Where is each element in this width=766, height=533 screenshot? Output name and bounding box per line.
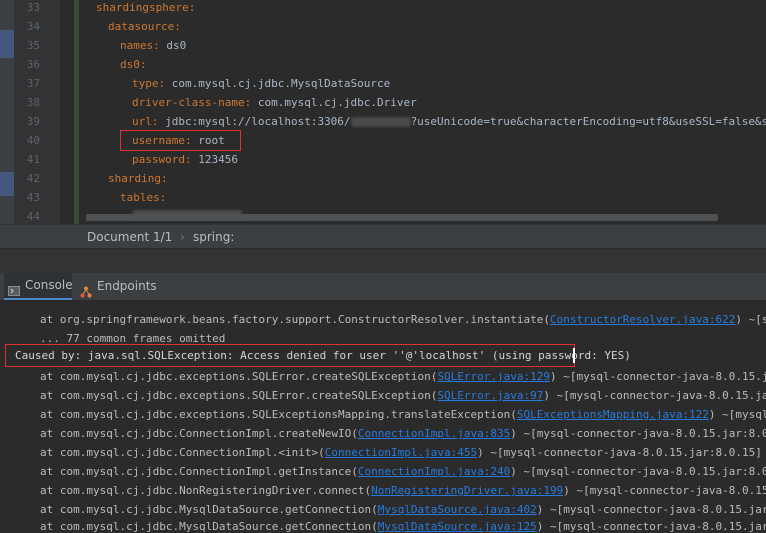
tab-console[interactable]: Console: [4, 273, 73, 300]
line-number: 38: [26, 96, 40, 109]
tab-console-label: Console: [25, 278, 73, 292]
code-line[interactable]: shardingsphere:: [96, 0, 195, 17]
log-line: at org.springframework.beans.factory.sup…: [40, 313, 766, 326]
error-highlight-box: [5, 344, 575, 367]
stack-link[interactable]: SQLError.java:129: [437, 370, 550, 383]
line-number: 42: [26, 172, 40, 185]
code-line[interactable]: password: 123456: [132, 150, 238, 169]
line-number: 37: [26, 77, 40, 90]
log-line: at com.mysql.cj.jdbc.MysqlDataSource.get…: [40, 520, 766, 533]
breadcrumb-separator: ›: [180, 230, 185, 244]
stack-link[interactable]: ConnectionImpl.java:455: [325, 446, 477, 459]
breadcrumb-document[interactable]: Document 1/1: [87, 230, 172, 244]
stack-link[interactable]: SQLExceptionsMapping.java:122: [517, 408, 709, 421]
line-number: 43: [26, 191, 40, 204]
text-caret: [573, 348, 575, 363]
panel-divider[interactable]: [0, 249, 766, 273]
log-line: at com.mysql.cj.jdbc.exceptions.SQLError…: [40, 370, 766, 383]
stack-link[interactable]: MysqlDataSource.java:402: [378, 503, 537, 516]
vcs-change-marker: [74, 0, 79, 224]
line-number: 39: [26, 115, 40, 128]
code-line-url[interactable]: url: jdbc:mysql://localhost:3306/?useUni…: [132, 112, 766, 131]
line-number: 40: [26, 134, 40, 147]
log-line: at com.mysql.cj.jdbc.ConnectionImpl.getI…: [40, 465, 766, 478]
tab-endpoints[interactable]: Endpoints: [76, 273, 160, 300]
redacted-db-name: [350, 117, 411, 127]
log-line: at com.mysql.cj.jdbc.NonRegisteringDrive…: [40, 484, 766, 497]
line-number: 44: [26, 210, 40, 223]
log-line: at com.mysql.cj.jdbc.ConnectionImpl.crea…: [40, 427, 766, 440]
horizontal-scrollbar[interactable]: [86, 214, 718, 221]
line-number: 41: [26, 153, 40, 166]
code-line[interactable]: type: com.mysql.cj.jdbc.MysqlDataSource: [132, 74, 390, 93]
code-line[interactable]: driver-class-name: com.mysql.cj.jdbc.Dri…: [132, 93, 417, 112]
line-number: 36: [26, 58, 40, 71]
stack-link[interactable]: ConnectionImpl.java:240: [358, 465, 510, 478]
breadcrumb: Document 1/1 › spring:: [0, 224, 766, 249]
stack-link[interactable]: NonRegisteringDriver.java:199: [371, 484, 563, 497]
username-highlight-box: [120, 130, 241, 151]
line-number: 35: [26, 39, 40, 52]
console-icon: [8, 280, 20, 296]
code-editor[interactable]: 33 34 35 36 37 38 39 40 41 42 43 44 shar…: [0, 0, 766, 224]
stack-link[interactable]: ConnectionImpl.java:835: [358, 427, 510, 440]
tab-endpoints-label: Endpoints: [97, 279, 157, 293]
code-line[interactable]: ds0:: [120, 55, 147, 74]
run-tool-window-header: Console Endpoints: [0, 273, 766, 301]
stack-link[interactable]: ConstructorResolver.java:622: [550, 313, 735, 326]
log-line: at com.mysql.cj.jdbc.exceptions.SQLError…: [40, 389, 766, 402]
line-number: 33: [26, 1, 40, 14]
line-number: 34: [26, 20, 40, 33]
breadcrumb-node[interactable]: spring:: [193, 230, 234, 244]
endpoints-icon: [80, 281, 92, 297]
code-line[interactable]: datasource:: [108, 17, 181, 36]
code-line[interactable]: names: ds0: [120, 36, 186, 55]
log-line: at com.mysql.cj.jdbc.ConnectionImpl.<ini…: [40, 446, 762, 459]
code-line[interactable]: sharding:: [108, 169, 168, 188]
stack-link[interactable]: SQLError.java:97: [437, 389, 543, 402]
stack-link[interactable]: MysqlDataSource.java:125: [378, 520, 537, 533]
log-line: at com.mysql.cj.jdbc.exceptions.SQLExcep…: [40, 408, 766, 421]
console-output[interactable]: at org.springframework.beans.factory.sup…: [0, 301, 766, 533]
line-number-gutter: 33 34 35 36 37 38 39 40 41 42 43 44: [14, 0, 60, 224]
